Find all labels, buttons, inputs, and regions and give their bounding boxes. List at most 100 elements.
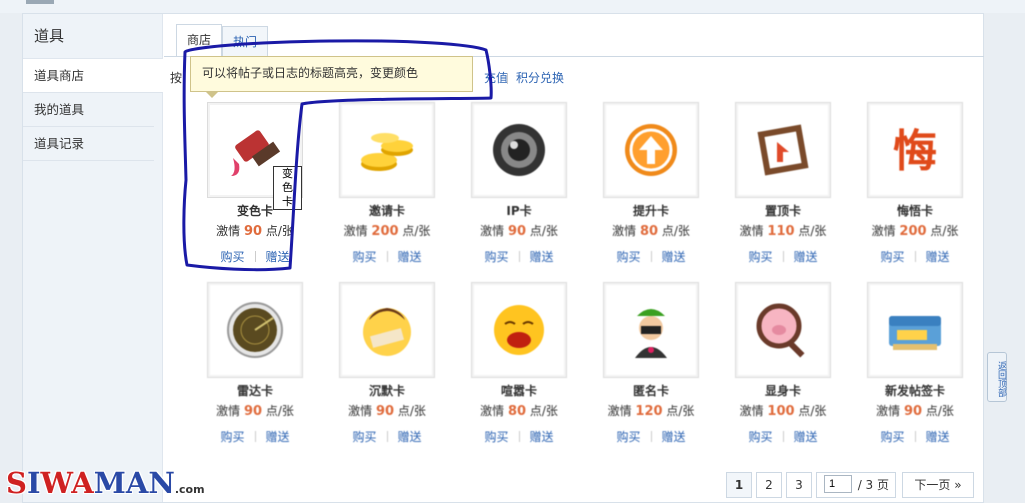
buy-link[interactable]: 购买	[220, 250, 244, 264]
item-card: 雷达卡 激情 90 点/张 购买 赠送	[164, 282, 303, 462]
tab-hot[interactable]: 热门	[222, 26, 269, 57]
item-name: 悔悟卡	[896, 204, 933, 218]
action-separator	[914, 431, 916, 442]
action-separator	[518, 251, 520, 262]
price-unit: 点/张	[926, 224, 959, 238]
price-value: 80	[639, 224, 659, 239]
sidebar: 道具 道具商店 我的道具 道具记录	[23, 14, 163, 502]
item-thumbnail[interactable]: 悔	[867, 102, 963, 198]
buy-link[interactable]: 购买	[616, 430, 640, 444]
gift-link[interactable]: 赠送	[662, 250, 686, 264]
item-thumbnail[interactable]	[735, 282, 831, 378]
item-thumbnail[interactable]	[339, 102, 435, 198]
sidebar-item-records[interactable]: 道具记录	[23, 127, 154, 161]
item-thumbnail[interactable]: 变色卡	[207, 102, 303, 210]
buy-link[interactable]: 购买	[484, 430, 508, 444]
item-thumbnail[interactable]	[207, 282, 303, 378]
price-currency: 激情	[480, 224, 508, 238]
gift-link[interactable]: 赠送	[530, 250, 554, 264]
action-separator	[914, 251, 916, 262]
item-card: 邀请卡 激情 200 点/张 购买 赠送	[296, 102, 435, 282]
item-card: 置顶卡 激情 110 点/张 购买 赠送	[692, 102, 831, 282]
action-separator	[650, 251, 652, 262]
page-3-button[interactable]: 3	[786, 472, 812, 498]
buy-link[interactable]: 购买	[748, 430, 772, 444]
buy-link[interactable]: 购买	[352, 250, 376, 264]
gold-coins-icon	[361, 133, 413, 171]
sidebar-item-my-items[interactable]: 我的道具	[23, 93, 154, 127]
svg-text:悔: 悔	[893, 126, 937, 177]
gift-link[interactable]: 赠送	[662, 430, 686, 444]
up-arrow-icon	[625, 124, 677, 176]
logo-part: S	[6, 466, 27, 500]
top-mark	[26, 0, 54, 4]
filter-link-exchange[interactable]: 积分兑换	[516, 66, 564, 90]
price-currency: 激情	[607, 404, 636, 418]
buy-link[interactable]: 购买	[748, 250, 772, 264]
tab-shop[interactable]: 商店	[176, 24, 223, 57]
action-separator	[782, 251, 784, 262]
page-container: 道具 道具商店 我的道具 道具记录 商店 热门 按 充值 积分兑换 变色卡 变色卡激…	[22, 13, 984, 503]
gift-link[interactable]: 赠送	[530, 430, 554, 444]
item-thumbnail[interactable]	[867, 282, 963, 378]
gift-link[interactable]: 赠送	[794, 250, 818, 264]
item-thumbnail[interactable]	[471, 282, 567, 378]
price-unit: 点/张	[262, 224, 294, 238]
gift-link[interactable]: 赠送	[266, 250, 290, 264]
item-card: 提升卡 激情 80 点/张 购买 赠送	[560, 102, 699, 282]
price-unit: 点/张	[526, 224, 558, 238]
action-separator	[386, 251, 388, 262]
price-currency: 激情	[739, 404, 768, 418]
buy-link[interactable]: 购买	[352, 430, 376, 444]
item-thumbnail[interactable]	[471, 102, 567, 198]
tab-bar: 商店 热门	[176, 24, 269, 57]
next-page-button[interactable]: 下一页 »	[902, 472, 974, 498]
top-strip	[0, 0, 1025, 13]
price-currency: 激情	[216, 404, 244, 418]
gift-link[interactable]: 赠送	[266, 430, 290, 444]
price-currency: 激情	[739, 224, 768, 238]
action-separator	[386, 431, 388, 442]
price-value: 110	[767, 224, 795, 239]
price-currency: 激情	[612, 224, 640, 238]
filter-link-recharge[interactable]: 充值	[484, 66, 508, 90]
price-currency: 激情	[480, 404, 508, 418]
buy-link[interactable]: 购买	[880, 250, 904, 264]
shouting-face-icon	[494, 305, 544, 355]
sidebar-item-shop[interactable]: 道具商店	[23, 59, 163, 93]
action-separator	[518, 431, 520, 442]
camera-lens-icon	[493, 124, 545, 176]
gift-link[interactable]: 赠送	[926, 250, 950, 264]
price-currency: 激情	[216, 224, 244, 238]
buy-link[interactable]: 购买	[484, 250, 508, 264]
gift-link[interactable]: 赠送	[926, 430, 950, 444]
item-thumbnail[interactable]	[603, 102, 699, 198]
sidebar-menu: 道具商店 我的道具 道具记录	[23, 59, 163, 161]
gift-link[interactable]: 赠送	[794, 430, 818, 444]
item-price: 激情 90 点/张	[824, 402, 1006, 419]
price-unit: 点/张	[526, 404, 558, 418]
item-thumbnail[interactable]	[735, 102, 831, 198]
item-name: 新发帖签卡	[884, 384, 945, 398]
page-input[interactable]	[824, 475, 852, 493]
back-to-top-button[interactable]: 返回顶部	[987, 352, 1007, 402]
price-unit: 点/张	[662, 404, 695, 418]
action-separator	[254, 431, 256, 442]
gift-link[interactable]: 赠送	[398, 250, 422, 264]
page-1-button[interactable]: 1	[726, 472, 752, 498]
price-value: 90	[243, 224, 263, 239]
gift-link[interactable]: 赠送	[398, 430, 422, 444]
regret-char-icon: 悔	[893, 126, 937, 177]
price-unit: 点/张	[394, 404, 426, 418]
price-value: 80	[507, 404, 527, 419]
item-actions: 购买 赠送	[824, 428, 1006, 445]
buy-link[interactable]: 购买	[616, 250, 640, 264]
page-2-button[interactable]: 2	[756, 472, 782, 498]
buy-link[interactable]: 购买	[880, 430, 904, 444]
item-card: 悔悔悟卡 激情 200 点/张 购买 赠送	[824, 102, 963, 282]
gagged-face-icon	[363, 308, 411, 356]
item-thumbnail[interactable]	[603, 282, 699, 378]
item-actions: 购买 赠送	[824, 248, 1006, 265]
buy-link[interactable]: 购买	[220, 430, 244, 444]
item-thumbnail[interactable]	[339, 282, 435, 378]
